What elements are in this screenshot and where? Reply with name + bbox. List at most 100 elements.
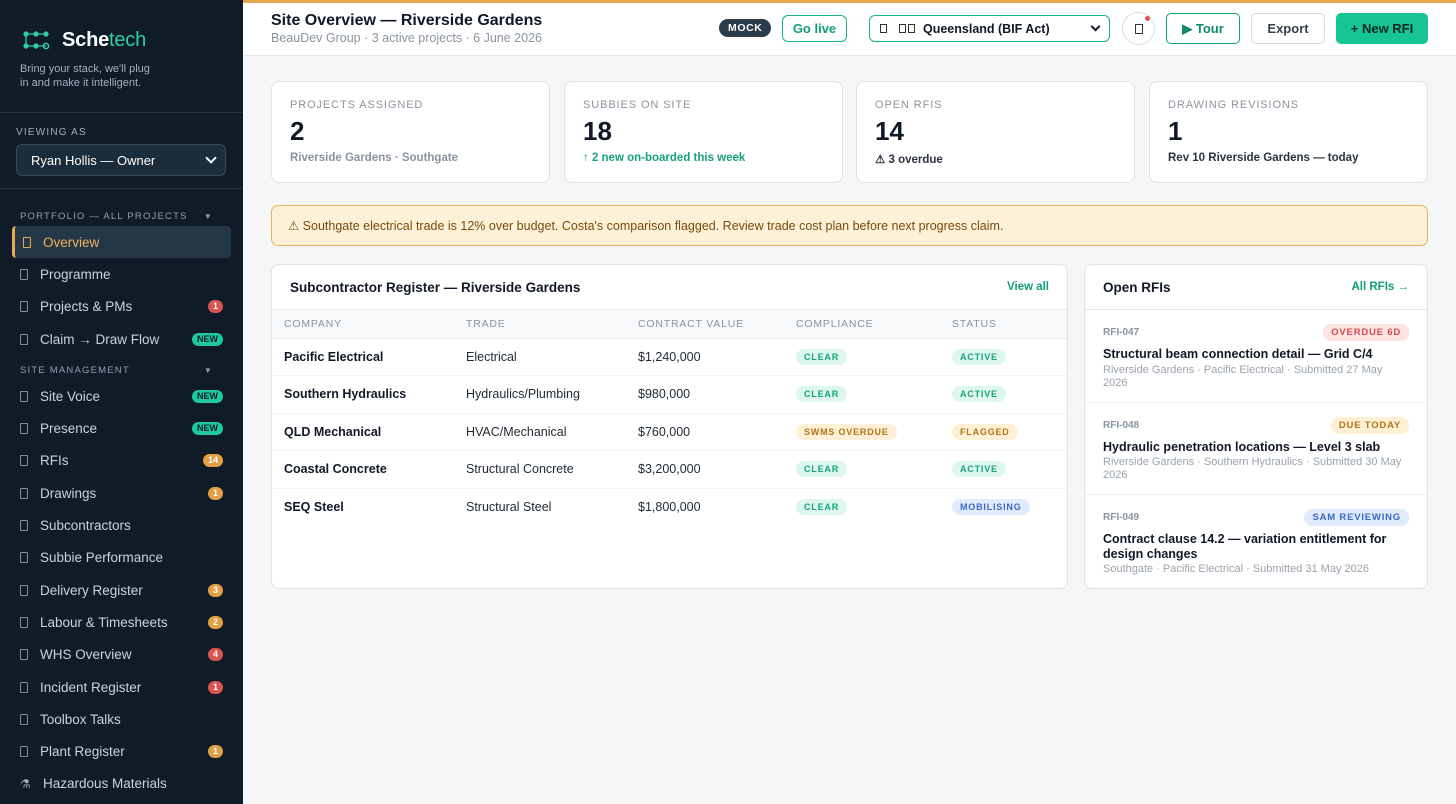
page-icon — [20, 520, 28, 532]
tour-button[interactable]: ▶ Tour — [1166, 13, 1240, 44]
page-icon — [20, 552, 28, 564]
kpi-sub: Rev 10 Riverside Gardens — today — [1168, 152, 1359, 164]
flag-icon — [899, 24, 906, 33]
sidebar-item-drawings[interactable]: Drawings 1 — [0, 477, 243, 509]
chevron-down-icon — [1090, 21, 1101, 32]
table-row[interactable]: SEQ Steel Structural Steel $1,800,000 CL… — [272, 488, 1067, 526]
sidebar-item-whs[interactable]: WHS Overview 4 — [0, 639, 243, 671]
brand[interactable]: Schetech — [0, 0, 243, 52]
divider — [0, 188, 243, 189]
page-icon — [20, 713, 28, 725]
subcontractor-register-panel: Subcontractor Register — Riverside Garde… — [271, 264, 1068, 589]
sidebar-item-presence[interactable]: Presence NEW — [0, 412, 243, 444]
flag-icon — [908, 24, 915, 33]
rfi-item[interactable]: RFI-049 SAM REVIEWING Contract clause 14… — [1085, 495, 1427, 588]
sidebar-item-plant-register[interactable]: Plant Register 1 — [0, 735, 243, 767]
count-badge: 4 — [207, 648, 223, 662]
flask-icon: ⚗ — [20, 776, 31, 791]
sidebar-item-subbie-performance[interactable]: Subbie Performance — [0, 542, 243, 574]
column-header[interactable]: CONTRACT VALUE — [626, 310, 784, 339]
page-subtitle: BeauDev Group · 3 active projects · 6 Ju… — [271, 31, 542, 45]
trade-cell: Structural Concrete — [454, 450, 626, 489]
page-icon — [23, 236, 31, 248]
rfi-title: Structural beam connection detail — Grid… — [1103, 347, 1373, 361]
page-icon — [20, 649, 28, 661]
sidebar-item-subcontractors[interactable]: Subcontractors — [0, 509, 243, 541]
sidebar-item-site-voice[interactable]: Site Voice NEW — [0, 380, 243, 412]
tagline: Bring your stack, we'll plug in and make… — [20, 63, 150, 89]
status-badge: ACTIVE — [952, 461, 1006, 478]
column-header[interactable]: TRADE — [454, 310, 626, 339]
compliance-badge: CLEAR — [796, 461, 847, 478]
company-cell: QLD Mechanical — [272, 413, 454, 451]
trade-cell: Structural Steel — [466, 500, 552, 514]
column-header[interactable]: STATUS — [940, 310, 1067, 339]
count-badge: 2 — [207, 615, 223, 629]
table-row[interactable]: Pacific Electrical Electrical $1,240,000… — [272, 338, 1067, 376]
column-header[interactable]: COMPLIANCE — [784, 310, 940, 339]
rfi-title: Hydraulic penetration locations — Level … — [1103, 439, 1381, 454]
new-badge: NEW — [192, 422, 223, 436]
count-badge: 1 — [207, 745, 223, 759]
kpi-projects-assigned: PROJECTS ASSIGNED 2 Riverside Gardens · … — [271, 81, 550, 183]
sidebar-item-programme[interactable]: Programme — [0, 258, 243, 290]
page-icon — [20, 268, 28, 280]
viewing-as-select[interactable]: Ryan Hollis — Owner — [16, 144, 226, 176]
sidebar-item-delivery-register[interactable]: Delivery Register 3 — [0, 574, 243, 606]
region-value: Queensland (BIF Act) — [923, 21, 1050, 36]
value-cell: $1,800,000 — [638, 500, 701, 514]
chevron-down-icon — [205, 152, 217, 164]
go-live-button[interactable]: Go live — [782, 15, 847, 42]
count-badge: 1 — [207, 680, 223, 694]
kpi-value: 1 — [1168, 116, 1183, 146]
sidebar-item-labour[interactable]: Labour & Timesheets 2 — [0, 606, 243, 638]
table-row[interactable]: Coastal Concrete Structural Concrete $3,… — [272, 450, 1067, 489]
compliance-badge: CLEAR — [796, 386, 847, 403]
section-portfolio[interactable]: PORTFOLIO — ALL PROJECTS ▼ — [0, 209, 243, 223]
company-cell: SEQ Steel — [284, 500, 344, 514]
value-cell: $1,240,000 — [626, 338, 784, 376]
kpi-value: 14 — [875, 116, 904, 146]
page-title: Site Overview — Riverside Gardens — [271, 12, 543, 29]
logo-icon — [23, 31, 50, 50]
page-icon — [20, 390, 28, 402]
all-rfis-link[interactable]: All RFIs → — [1351, 281, 1409, 293]
region-select[interactable]: Queensland (BIF Act) — [869, 15, 1110, 42]
sidebar-item-claim-draw[interactable]: Claim → Draw Flow NEW — [0, 323, 243, 355]
count-badge: 1 — [207, 300, 223, 314]
table-row[interactable]: Southern Hydraulics Hydraulics/Plumbing … — [272, 375, 1067, 414]
header: Site Overview — Riverside Gardens BeauDe… — [243, 3, 1456, 56]
view-all-link[interactable]: View all — [1007, 281, 1049, 293]
table-row[interactable]: QLD Mechanical HVAC/Mechanical $760,000 … — [272, 413, 1067, 451]
page-icon — [20, 487, 28, 499]
compliance-badge: SWMS OVERDUE — [796, 423, 897, 440]
count-badge: 1 — [207, 486, 223, 500]
value-cell: $3,200,000 — [626, 450, 784, 489]
kpi-sub: ↑ 2 new on-boarded this week — [583, 152, 746, 164]
sidebar-item-toolbox-talks[interactable]: Toolbox Talks — [0, 703, 243, 735]
mock-badge: MOCK — [719, 19, 772, 37]
value-cell: $980,000 — [626, 375, 784, 414]
new-rfi-button[interactable]: + New RFI — [1336, 13, 1428, 44]
rfi-id: RFI-048 — [1103, 419, 1140, 431]
export-button[interactable]: Export — [1251, 13, 1325, 44]
sidebar-item-incident-register[interactable]: Incident Register 1 — [0, 671, 243, 703]
rfi-id: RFI-047 — [1103, 327, 1140, 338]
kpi-open-rfis: OPEN RFIS 14 ⚠ 3 overdue — [856, 81, 1135, 183]
section-site-management[interactable]: SITE MANAGEMENT ▼ — [0, 363, 243, 377]
page-icon — [20, 333, 28, 345]
sidebar-item-projects[interactable]: Projects & PMs 1 — [0, 291, 243, 323]
rfi-item[interactable]: RFI-047 OVERDUE 6D Structural beam conne… — [1085, 310, 1427, 403]
trade-cell: Electrical — [454, 338, 626, 376]
column-header[interactable]: COMPANY — [272, 310, 454, 339]
sidebar-item-hazardous-materials[interactable]: ⚗ Hazardous Materials — [0, 768, 243, 800]
rfi-status-badge: DUE TODAY — [1330, 416, 1409, 434]
panel-title: Open RFIs — [1103, 279, 1171, 295]
notifications-button[interactable] — [1122, 12, 1155, 45]
sidebar-item-rfis[interactable]: RFIs 14 — [0, 445, 243, 477]
sidebar-item-overview[interactable]: Overview — [12, 226, 231, 259]
page-icon — [20, 423, 28, 435]
rfi-meta: Riverside Gardens · Southern Hydraulics … — [1103, 456, 1402, 481]
page-icon — [20, 616, 28, 628]
rfi-item[interactable]: RFI-048 DUE TODAY Hydraulic penetration … — [1085, 403, 1427, 495]
